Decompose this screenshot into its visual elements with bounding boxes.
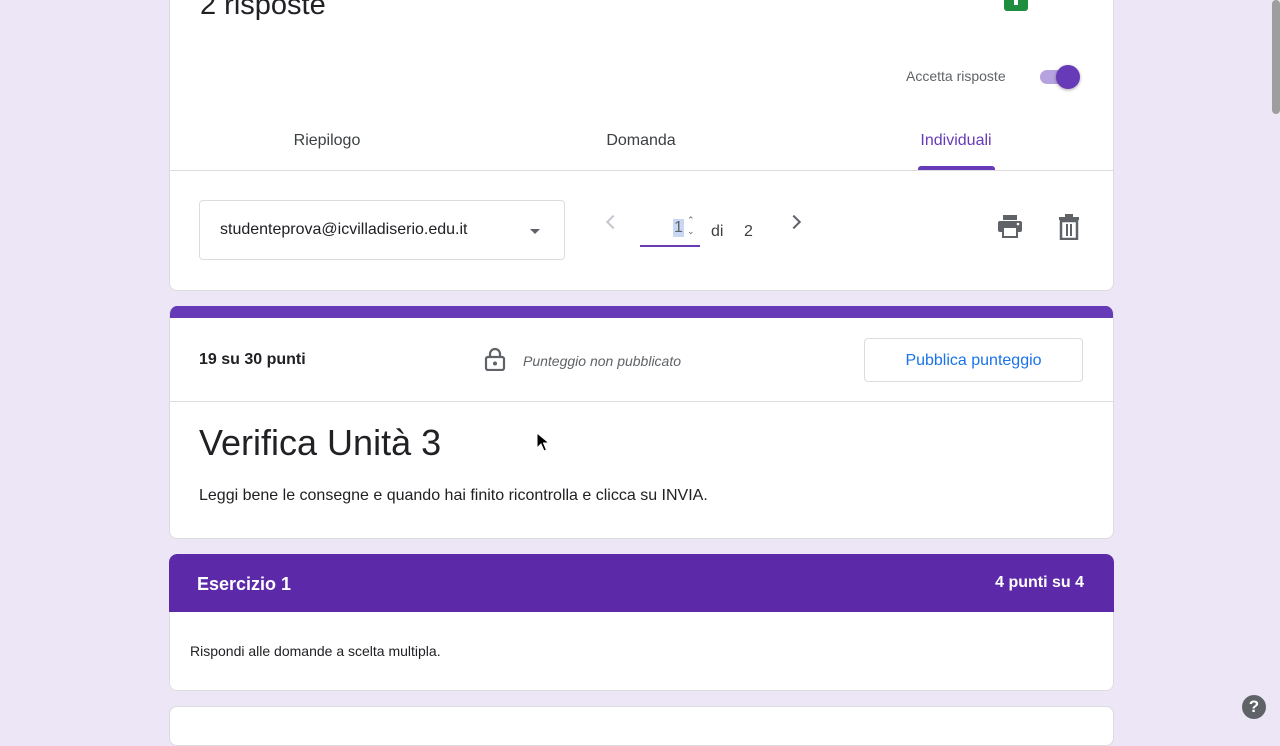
chevron-left-icon [605, 214, 621, 230]
section-body: Rispondi alle domande a scelta multipla. [169, 612, 1114, 691]
toggle-knob [1056, 65, 1080, 89]
help-icon[interactable]: ? [1242, 695, 1266, 719]
chevron-right-icon [786, 214, 802, 230]
publish-score-button[interactable]: Pubblica punteggio [864, 338, 1083, 382]
accept-responses-label: Accetta risposte [906, 68, 1006, 84]
responses-count-title: 2 risposte [200, 0, 326, 21]
form-title: Verifica Unità 3 [199, 422, 442, 463]
scrollbar[interactable] [1272, 0, 1280, 114]
respondent-select[interactable]: studenteprova@icvilladiserio.edu.it [199, 200, 565, 260]
response-number-input[interactable]: 1 ⌃ ⌄ [640, 209, 700, 247]
divider [170, 401, 1113, 402]
section-points: 4 punti su 4 [995, 574, 1084, 591]
score-card: 19 su 30 punti Punteggio non pubblicato … [169, 306, 1114, 539]
form-accent-bar [170, 306, 1113, 318]
score-status: Punteggio non pubblicato [523, 353, 682, 369]
previous-response-button[interactable] [602, 214, 621, 230]
more-vert-icon[interactable] [1066, 0, 1082, 9]
number-spinner-icon[interactable]: ⌃ ⌄ [687, 215, 695, 237]
lock-icon [484, 347, 506, 372]
responses-card: 2 risposte Accetta risposte Riepilogo Do… [169, 0, 1114, 291]
sheets-icon[interactable] [1004, 0, 1028, 11]
next-question-card [169, 706, 1114, 746]
tab-question[interactable]: Domanda [541, 132, 741, 150]
mouse-cursor-icon [536, 431, 551, 452]
form-description: Leggi bene le consegne e quando hai fini… [199, 487, 708, 504]
section-title: Esercizio 1 [197, 574, 292, 594]
tab-divider [170, 170, 1113, 171]
total-responses: 2 [744, 223, 753, 240]
dropdown-arrow-icon [530, 229, 540, 234]
total-score: 19 su 30 punti [199, 351, 306, 368]
tab-summary[interactable]: Riepilogo [227, 132, 427, 150]
tab-individual[interactable]: Individuali [856, 132, 1056, 150]
accept-responses-toggle[interactable] [1038, 65, 1082, 89]
section-header: Esercizio 1 4 punti su 4 [169, 554, 1114, 612]
respondent-email: studenteprova@icvilladiserio.edu.it [220, 221, 468, 238]
section-description: Rispondi alle domande a scelta multipla. [190, 643, 441, 659]
delete-icon[interactable] [1057, 214, 1081, 241]
page-of-label: di [711, 223, 724, 240]
section-card: Esercizio 1 4 punti su 4 Rispondi alle d… [169, 554, 1114, 691]
next-response-button[interactable] [786, 214, 802, 230]
current-response-number: 1 [673, 219, 684, 237]
print-icon[interactable] [997, 214, 1023, 238]
